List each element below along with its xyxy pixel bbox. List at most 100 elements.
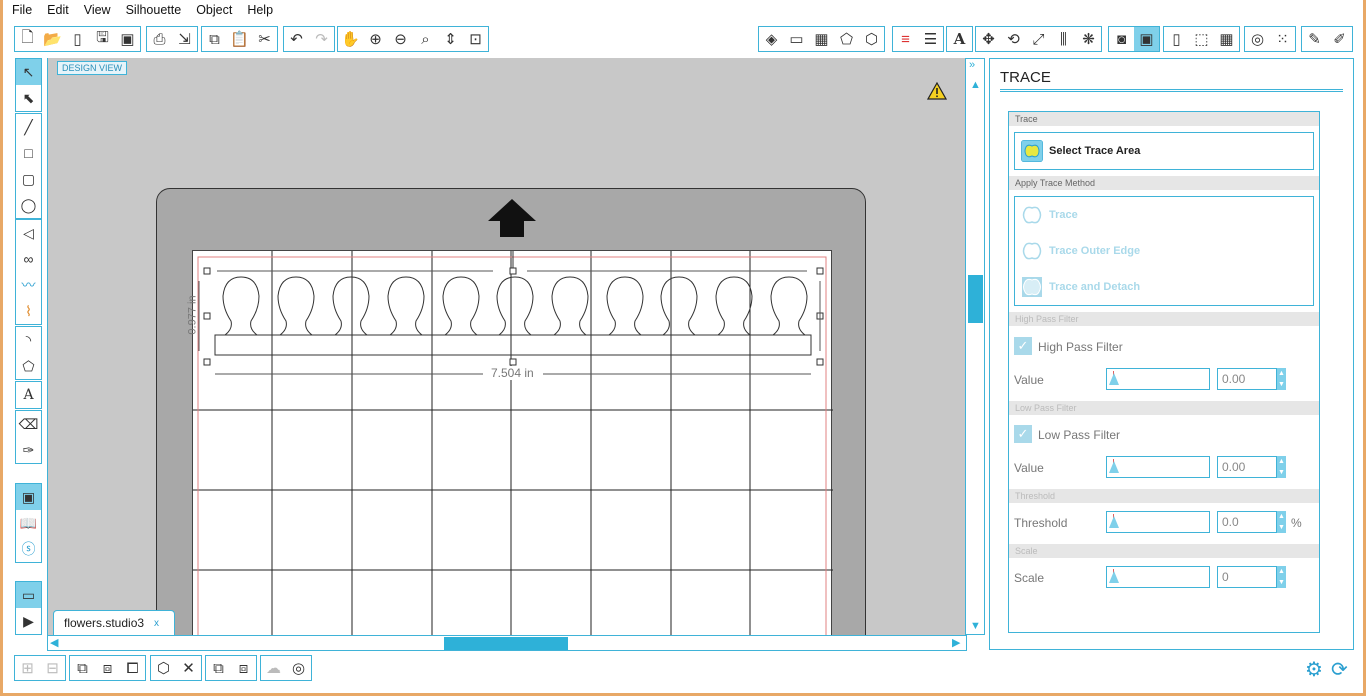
play-icon[interactable]: ▶	[16, 608, 41, 634]
scale-stepper-icon[interactable]: ▲ ▼	[1277, 566, 1286, 588]
window-panel-icon[interactable]: ▭	[16, 582, 41, 608]
redo-icon[interactable]: ↷	[309, 27, 334, 51]
eraser-tool-icon[interactable]: ⌫	[16, 411, 41, 437]
document-tab[interactable]: flowers.studio3 x	[53, 610, 175, 635]
rotate-icon[interactable]: ⟲	[1001, 27, 1026, 51]
zoom-drag-icon[interactable]: ⇕	[438, 27, 463, 51]
freehand-tool-icon[interactable]: 〰	[16, 272, 41, 298]
registration-marks-icon[interactable]: ⬚	[1189, 27, 1214, 51]
zoom-select-icon[interactable]: ⌕	[413, 27, 438, 51]
design-page-icon[interactable]: ▣	[16, 484, 41, 510]
low-pass-slider[interactable]	[1106, 456, 1210, 478]
high-pass-slider[interactable]	[1106, 368, 1210, 390]
line-style-icon[interactable]: ⬡	[859, 27, 884, 51]
fill-color-icon[interactable]: ◈	[759, 27, 784, 51]
threshold-value-input[interactable]: 0.0	[1217, 511, 1277, 533]
send-backward-icon[interactable]: ⧈	[231, 656, 256, 680]
align-icon[interactable]: ⫼	[1051, 27, 1076, 51]
menu-edit[interactable]: Edit	[38, 3, 75, 17]
sketch-icon[interactable]: ✎	[1302, 27, 1327, 51]
paste-icon[interactable]: 📋	[227, 27, 252, 51]
silhouette-store-icon[interactable]: ⓢ	[16, 536, 41, 562]
scroll-up-icon[interactable]: ▲	[970, 79, 981, 91]
regular-polygon-tool-icon[interactable]: ⬠	[16, 353, 41, 379]
move-icon[interactable]: ✥	[976, 27, 1001, 51]
group-icon[interactable]: ⊞	[15, 656, 40, 680]
horizontal-scroll-thumb[interactable]	[444, 637, 568, 650]
settings-gear-icon[interactable]: ⚙	[1305, 657, 1323, 682]
select-arrow-icon[interactable]: ↖	[16, 59, 41, 85]
weld-icon[interactable]: ⬡	[151, 656, 176, 680]
rounded-rectangle-tool-icon[interactable]: ▢	[16, 166, 41, 192]
save-as-icon[interactable]: ▣	[115, 27, 140, 51]
arc-tool-icon[interactable]: ◝	[16, 327, 41, 353]
fill-pattern-icon[interactable]: ▦	[809, 27, 834, 51]
cut-icon[interactable]: ✂	[252, 27, 277, 51]
menu-view[interactable]: View	[75, 3, 117, 17]
scroll-right-icon[interactable]: ▶	[952, 637, 960, 649]
ungroup-icon[interactable]: ⊟	[40, 656, 65, 680]
menu-help[interactable]: Help	[238, 3, 279, 17]
pixscan-icon[interactable]: ⁙	[1270, 27, 1295, 51]
panel-collapse-icon[interactable]: »	[969, 59, 975, 71]
threshold-stepper-icon[interactable]: ▲ ▼	[1277, 511, 1286, 533]
scale-slider-thumb[interactable]	[1109, 571, 1119, 583]
replicate-icon[interactable]: ❋	[1076, 27, 1101, 51]
low-pass-checkbox[interactable]: ✓	[1014, 425, 1032, 443]
fill-gradient-icon[interactable]: ▭	[784, 27, 809, 51]
send-to-cut-icon[interactable]: ⇲	[172, 27, 197, 51]
spiral-offset-icon[interactable]: ◎	[286, 656, 311, 680]
text-tool-icon[interactable]: A	[16, 382, 41, 408]
grid-icon[interactable]: ▦	[1214, 27, 1239, 51]
vertical-scrollbar[interactable]: » ▲ ▼	[965, 58, 985, 635]
fit-to-page-icon[interactable]: ⊡	[463, 27, 488, 51]
threshold-slider-thumb[interactable]	[1109, 516, 1119, 528]
zoom-out-icon[interactable]: ⊖	[388, 27, 413, 51]
scale-slider[interactable]	[1106, 566, 1210, 588]
low-pass-value-input[interactable]: 0.00	[1217, 456, 1277, 478]
zoom-in-icon[interactable]: ⊕	[363, 27, 388, 51]
low-pass-slider-thumb[interactable]	[1109, 461, 1119, 473]
open-library-icon[interactable]: ▯	[65, 27, 90, 51]
high-pass-value-input[interactable]: 0.00	[1217, 368, 1277, 390]
smooth-freehand-tool-icon[interactable]: ⌇	[16, 298, 41, 324]
trace-outer-edge-button[interactable]: Trace Outer Edge	[1015, 233, 1313, 269]
polygon-tool-icon[interactable]: ◁	[16, 220, 41, 246]
compound-path-icon[interactable]: ⧠	[120, 656, 145, 680]
menu-silhouette[interactable]: Silhouette	[117, 3, 188, 17]
print-icon[interactable]: ⎙	[147, 27, 172, 51]
horizontal-scrollbar[interactable]: ◀ ▶	[47, 635, 967, 651]
bring-forward-icon[interactable]: ⧉	[206, 656, 231, 680]
knife-tool-icon[interactable]: ✑	[16, 437, 41, 463]
save-icon[interactable]: 🖫	[90, 27, 115, 51]
trace-and-detach-button[interactable]: Trace and Detach	[1015, 269, 1313, 305]
threshold-slider[interactable]	[1106, 511, 1210, 533]
warning-icon[interactable]	[927, 82, 947, 100]
design-page[interactable]: 7.504 in 0.977 in	[187, 250, 833, 635]
offset-icon[interactable]: ◙	[1109, 27, 1134, 51]
line-color-bars-icon[interactable]: ≡	[893, 27, 918, 51]
open-file-icon[interactable]: 📂	[40, 27, 65, 51]
cut-settings-icon[interactable]: ◎	[1245, 27, 1270, 51]
send-icon[interactable]: ✐	[1327, 27, 1352, 51]
undo-icon[interactable]: ↶	[284, 27, 309, 51]
curve-tool-icon[interactable]: ∞	[16, 246, 41, 272]
pan-hand-icon[interactable]: ✋	[338, 27, 363, 51]
trace-icon[interactable]: ▣	[1134, 27, 1159, 51]
scroll-left-icon[interactable]: ◀	[50, 637, 58, 649]
sync-icon[interactable]: ⟳	[1331, 657, 1348, 682]
select-trace-area-button[interactable]: Select Trace Area	[1015, 133, 1313, 169]
new-file-icon[interactable]: 🗋	[15, 27, 40, 51]
high-pass-stepper-icon[interactable]: ▲ ▼	[1277, 368, 1286, 390]
vertical-scroll-thumb[interactable]	[968, 275, 983, 323]
point-edit-icon[interactable]: ⬉	[16, 85, 41, 111]
document-tab-close-icon[interactable]: x	[154, 618, 159, 629]
make-compound-icon[interactable]: ⧉	[70, 656, 95, 680]
line-color-icon[interactable]: ⬠	[834, 27, 859, 51]
rectangle-tool-icon[interactable]: □	[16, 140, 41, 166]
shadow-icon[interactable]: ☁	[261, 656, 286, 680]
line-tool-icon[interactable]: ╱	[16, 114, 41, 140]
ellipse-tool-icon[interactable]: ◯	[16, 192, 41, 218]
trace-button[interactable]: Trace	[1015, 197, 1313, 233]
text-style-icon[interactable]: A	[947, 27, 972, 51]
